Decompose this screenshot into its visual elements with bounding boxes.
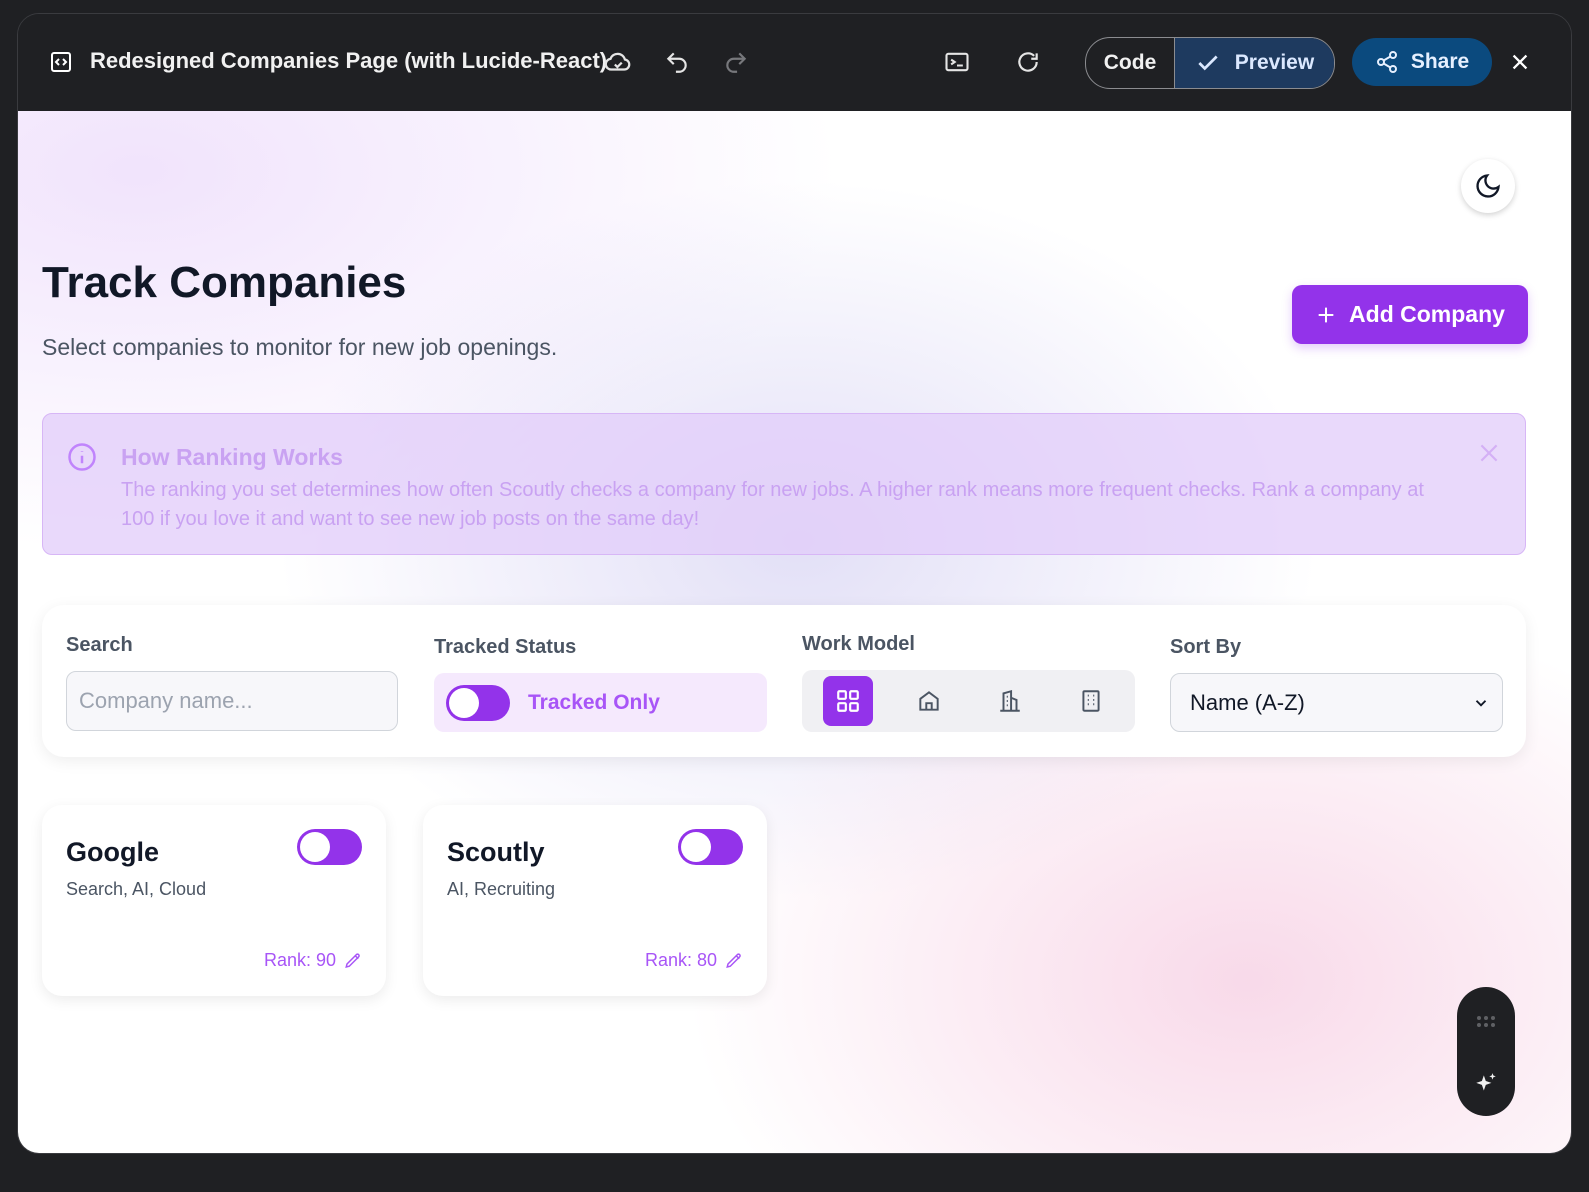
pencil-icon	[726, 952, 741, 968]
office-icon	[1082, 690, 1100, 712]
sort-label: Sort By	[1170, 636, 1242, 658]
close-icon[interactable]	[1503, 45, 1537, 79]
company-name: Scoutly	[447, 837, 545, 867]
grid-icon	[837, 690, 859, 712]
work-model-hybrid-button[interactable]	[985, 676, 1035, 726]
preview-tab-label: Preview	[1234, 51, 1315, 74]
add-company-label: Add Company	[1349, 301, 1505, 327]
pencil-icon	[345, 952, 360, 968]
work-model-remote-button[interactable]	[904, 676, 954, 726]
code-file-icon	[48, 49, 74, 75]
code-tab[interactable]: Code	[1086, 38, 1174, 88]
check-icon	[1198, 55, 1218, 71]
tracked-only-label: Tracked Only	[528, 690, 660, 714]
floating-toolbar	[1457, 987, 1515, 1116]
redo-icon[interactable]	[719, 45, 753, 79]
info-banner: How Ranking Works The ranking you set de…	[42, 413, 1526, 555]
terminal-icon[interactable]	[940, 45, 974, 79]
share-icon	[1376, 51, 1397, 73]
preview-tab[interactable]: Preview	[1174, 38, 1334, 88]
share-button[interactable]: Share	[1352, 38, 1492, 86]
page-subtitle: Select companies to monitor for new job …	[42, 334, 558, 360]
rank-label: Rank: 80	[644, 950, 717, 970]
preview-content: Track Companies Select companies to moni…	[18, 111, 1571, 1153]
company-card: Google Search, AI, Cloud Rank: 90	[42, 805, 386, 996]
share-label: Share	[1410, 50, 1470, 73]
info-title: How Ranking Works	[121, 444, 343, 470]
track-toggle[interactable]	[297, 829, 362, 865]
chevron-down-icon	[1475, 699, 1487, 707]
view-toggle: Code Preview	[1085, 37, 1335, 89]
undo-icon[interactable]	[660, 45, 694, 79]
search-label: Search	[66, 634, 133, 656]
info-text: The ranking you set determines how often…	[121, 479, 1424, 530]
home-icon	[919, 691, 939, 711]
company-card: Scoutly AI, Recruiting Rank: 80	[423, 805, 767, 996]
track-toggle[interactable]	[678, 829, 743, 865]
window-title: Redesigned Companies Page (with Lucide-R…	[90, 48, 608, 73]
cloud-icon[interactable]	[601, 45, 635, 79]
sort-select[interactable]: Name (A-Z)	[1170, 673, 1503, 732]
company-tags: AI, Recruiting	[447, 879, 556, 899]
plus-icon	[1318, 307, 1334, 322]
dark-mode-toggle[interactable]	[1461, 159, 1515, 213]
company-name: Google	[66, 837, 159, 867]
moon-icon	[1476, 174, 1500, 198]
work-model-label: Work Model	[802, 633, 915, 655]
rank-edit[interactable]: Rank: 90	[264, 950, 362, 971]
sparkle-icon[interactable]	[1473, 1071, 1499, 1097]
refresh-icon[interactable]	[1011, 45, 1045, 79]
rank-label: Rank: 90	[263, 950, 336, 970]
close-banner-icon[interactable]	[1476, 440, 1506, 470]
drag-handle-icon[interactable]	[1474, 1014, 1498, 1030]
company-tags: Search, AI, Cloud	[66, 879, 207, 899]
work-model-onsite-button[interactable]	[1066, 676, 1116, 726]
top-bar: Redesigned Companies Page (with Lucide-R…	[18, 14, 1571, 111]
rank-edit[interactable]: Rank: 80	[645, 950, 743, 971]
building-icon	[1000, 689, 1020, 712]
tracked-only-toggle[interactable]	[446, 684, 510, 721]
tracked-status-label: Tracked Status	[434, 636, 577, 658]
page-title: Track Companies	[42, 258, 407, 307]
add-company-button[interactable]: Add Company	[1292, 285, 1528, 344]
search-input[interactable]	[67, 672, 397, 730]
sort-value: Name (A-Z)	[1190, 689, 1305, 715]
work-model-selector	[802, 670, 1135, 732]
info-icon	[67, 442, 97, 472]
app-window: Redesigned Companies Page (with Lucide-R…	[17, 13, 1572, 1154]
search-field	[66, 671, 398, 731]
work-model-all-button[interactable]	[823, 676, 873, 726]
tracked-filter: Tracked Only	[434, 673, 767, 732]
filters-panel: Search Tracked Status Tracked Only Work …	[42, 605, 1526, 757]
